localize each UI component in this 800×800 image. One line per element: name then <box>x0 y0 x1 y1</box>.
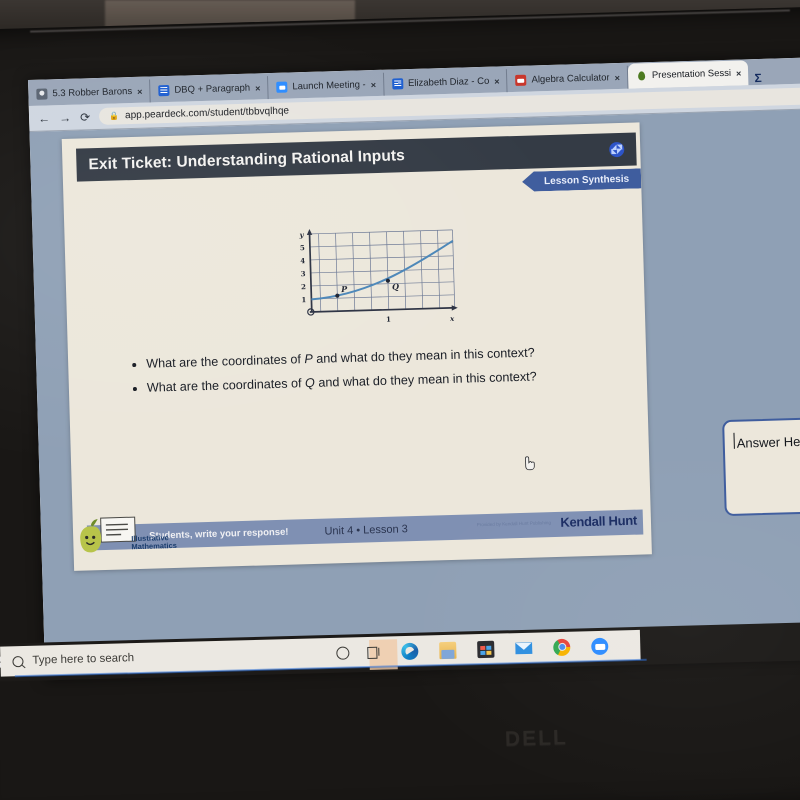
tab-title: Elizabeth Diaz - Co <box>407 75 490 90</box>
fullscreen-expand-icon[interactable]: ◢ ◥ ◣ ◤ <box>609 141 625 158</box>
cortana-icon[interactable] <box>336 645 350 660</box>
zoom-icon <box>276 81 288 93</box>
slide-canvas: Exit Ticket: Understanding Rational Inpu… <box>61 122 652 571</box>
exponential-curve <box>311 239 454 301</box>
taskbar-app-icons <box>401 637 609 660</box>
point-label-Q: Q <box>392 281 399 291</box>
coordinate-graph: P Q y 5 4 3 2 1 1 x <box>292 224 460 334</box>
y-axis-label: y <box>298 230 304 239</box>
mail-icon[interactable] <box>515 639 532 656</box>
zoom-icon[interactable] <box>591 637 609 655</box>
footer-fine-print: Provided by Kendall Hunt Publishing <box>476 520 552 528</box>
question-list: What are the coordinates of P and what d… <box>128 338 639 401</box>
lesson-synthesis-badge: Lesson Synthesis <box>522 168 642 191</box>
mouse-cursor-pointer <box>525 456 535 471</box>
close-icon[interactable]: × <box>255 83 261 93</box>
tab-title: Presentation Sessi <box>651 67 732 82</box>
browser-tab-2[interactable]: Launch Meeting - × <box>268 72 385 100</box>
document-icon <box>36 88 48 100</box>
browser-tab-1[interactable]: DBQ + Paragraph × <box>150 76 269 103</box>
question-var-Q: Q <box>304 375 316 391</box>
browser-tab-3[interactable]: Elizabeth Diaz - Co × <box>383 69 508 96</box>
tab-title: Algebra Calculator <box>531 72 610 86</box>
forward-button[interactable]: → <box>59 110 71 124</box>
browser-tab-0[interactable]: 5.3 Robber Barons × <box>28 79 151 106</box>
laptop-screen: 5.3 Robber Barons × DBQ + Paragraph × La… <box>28 57 800 680</box>
tab-title: Launch Meeting - <box>292 79 366 93</box>
kendall-hunt-brand: Kendall Hunt <box>560 512 638 530</box>
google-docs-icon <box>391 78 404 90</box>
close-icon[interactable]: × <box>494 76 500 86</box>
svg-text:4: 4 <box>300 256 305 265</box>
search-icon <box>12 655 24 667</box>
microsoft-edge-icon[interactable] <box>401 642 419 660</box>
answer-placeholder: Answer Here <box>736 433 800 451</box>
browser-tab-4[interactable]: Algebra Calculator × <box>507 65 629 93</box>
svg-text:5: 5 <box>300 243 305 252</box>
footer-unit-lesson: Unit 4 • Lesson 3 <box>324 522 408 538</box>
grid-lines <box>309 229 456 313</box>
svg-text:1: 1 <box>386 315 391 324</box>
svg-text:1: 1 <box>301 295 306 304</box>
reload-button[interactable]: ⟳ <box>80 110 90 124</box>
question-text-2-post: and what do they mean in this context? <box>314 369 537 390</box>
answer-input-box[interactable]: Answer Here <box>722 415 800 517</box>
x-axis-label: x <box>449 314 455 323</box>
file-explorer-icon[interactable] <box>439 641 457 659</box>
point-P <box>335 293 340 298</box>
lock-icon: 🔒 <box>109 111 120 121</box>
illustrative-mathematics-wordmark: Illustrative Mathematics <box>131 533 178 552</box>
svg-text:3: 3 <box>301 269 306 278</box>
google-chrome-icon[interactable] <box>553 638 571 656</box>
task-view-icon[interactable] <box>367 647 379 657</box>
close-icon[interactable]: × <box>137 86 143 96</box>
student-answer-panel: Answer Here <box>677 108 800 662</box>
tab-overflow-indicator[interactable]: Σ <box>748 69 800 85</box>
page-title: Exit Ticket: Understanding Rational Inpu… <box>88 146 406 173</box>
question-text-1-post: and what do they mean in this context? <box>312 345 535 366</box>
url-text: app.peardeck.com/student/tbbvqlhqe <box>124 105 290 122</box>
search-input[interactable]: Type here to search <box>0 648 280 667</box>
y-axis-arrow <box>306 228 313 236</box>
browser-tab-5-active[interactable]: Presentation Sessi × <box>627 60 749 89</box>
close-icon[interactable]: × <box>736 68 742 78</box>
dell-brand-logo: DELL <box>504 726 569 751</box>
point-label-P: P <box>340 284 348 294</box>
microsoft-store-icon[interactable] <box>477 640 495 658</box>
back-button[interactable]: ← <box>38 111 50 125</box>
graph-svg: P Q y 5 4 3 2 1 1 x <box>298 228 458 324</box>
peardeck-page: Exit Ticket: Understanding Rational Inpu… <box>29 108 800 680</box>
peardeck-pear-icon <box>636 70 647 81</box>
tab-title: DBQ + Paragraph <box>174 82 251 96</box>
taskbar-system-icons <box>336 645 379 660</box>
tab-title: 5.3 Robber Barons <box>52 86 133 100</box>
svg-text:2: 2 <box>301 282 306 291</box>
question-text-1-pre: What are the coordinates of <box>146 352 305 371</box>
close-icon[interactable]: × <box>615 72 621 82</box>
laptop-photo: 5.3 Robber Barons × DBQ + Paragraph × La… <box>0 0 800 800</box>
google-docs-icon <box>158 84 170 97</box>
close-icon[interactable]: × <box>371 79 377 89</box>
calculator-icon <box>515 74 527 86</box>
text-caret <box>733 432 735 449</box>
question-text-2-pre: What are the coordinates of <box>146 376 306 395</box>
search-placeholder: Type here to search <box>32 652 135 667</box>
